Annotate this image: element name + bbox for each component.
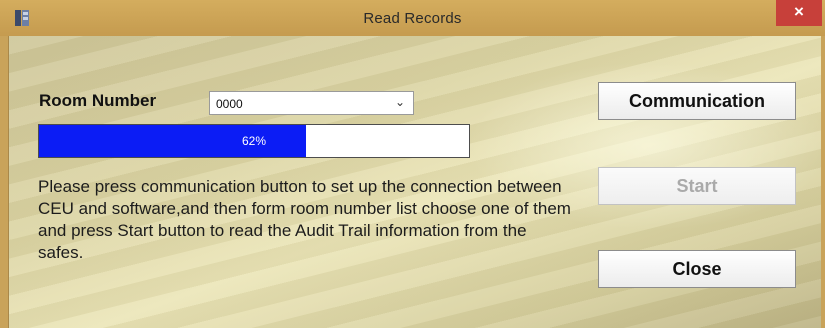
room-number-value: 0000 (216, 97, 243, 111)
room-number-select[interactable]: 0000 ⌄ (209, 91, 414, 115)
start-button[interactable]: Start (598, 167, 796, 205)
read-records-window: Read Records × Room Number 0000 ⌄ 62% Pl… (0, 0, 825, 328)
progress-label: 62% (241, 134, 267, 148)
client-area: Room Number 0000 ⌄ 62% Please press comm… (8, 36, 821, 328)
instructions-text: Please press communication button to set… (38, 177, 571, 262)
title-bar[interactable]: Read Records × (0, 0, 825, 36)
chevron-down-icon[interactable]: ⌄ (395, 95, 405, 109)
communication-button[interactable]: Communication (598, 82, 796, 120)
close-button[interactable]: Close (598, 250, 796, 288)
window-title: Read Records (363, 10, 462, 27)
close-icon[interactable]: × (776, 0, 822, 26)
room-number-label: Room Number (39, 91, 157, 110)
progress-bar: 62% (38, 124, 470, 158)
